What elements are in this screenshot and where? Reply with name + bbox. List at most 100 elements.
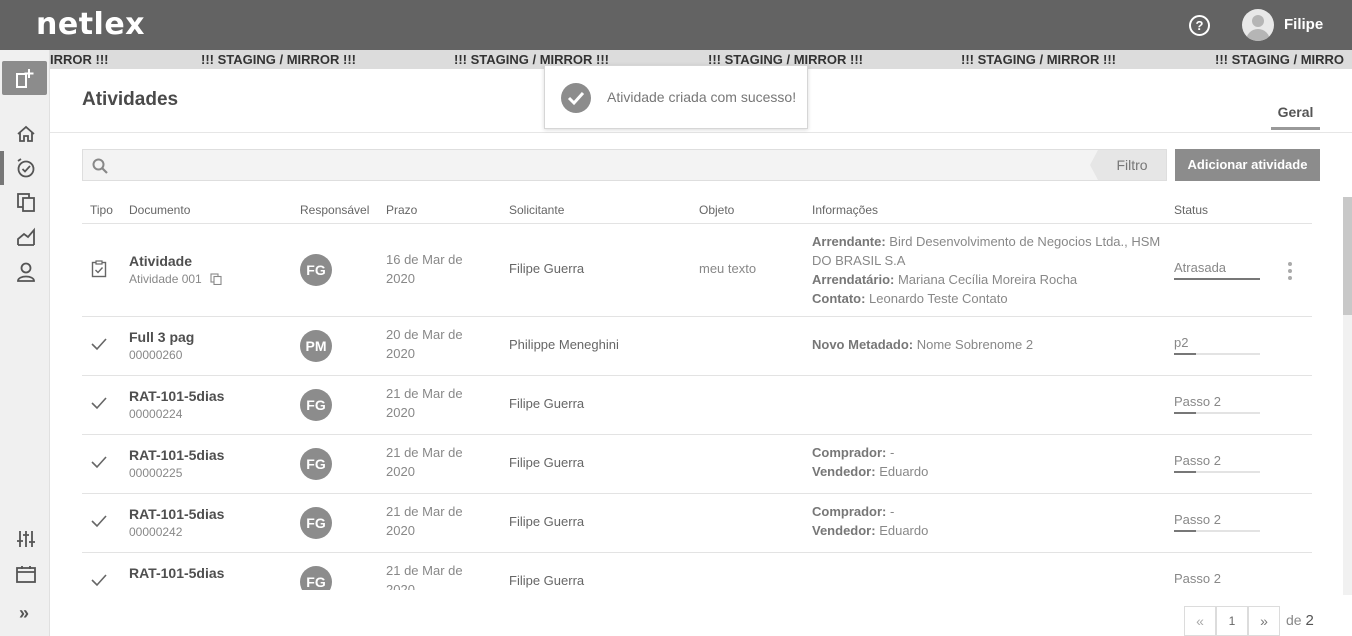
requester: Filipe Guerra (509, 396, 585, 411)
information: Comprador: - Vendedor: Eduardo (812, 504, 929, 538)
check-icon (91, 574, 107, 587)
user-icon[interactable] (15, 261, 37, 283)
table-row[interactable]: RAT-101-5dias 00000224 FG 21 de Mar de 2… (82, 376, 1312, 435)
user-name[interactable]: Filipe (1284, 16, 1323, 33)
due-date: 21 de Mar de 2020 (386, 386, 463, 420)
avatar[interactable]: FG (300, 448, 332, 480)
top-bar: netlex ? Filipe (0, 0, 1352, 50)
table-row[interactable]: Full 3 pag 00000260 PM 20 de Mar de 2020… (82, 317, 1312, 376)
column-header-tipo[interactable]: Tipo (90, 203, 113, 217)
information: Comprador: - Vendedor: Eduardo (812, 445, 929, 479)
due-date: 21 de Mar de 2020 (386, 445, 463, 479)
settings-sliders-icon[interactable] (15, 528, 37, 550)
document-title[interactable]: RAT-101-5dias (129, 447, 224, 463)
user-avatar[interactable] (1242, 9, 1274, 41)
active-indicator (0, 151, 4, 185)
status-label: Passo 2 (1174, 453, 1221, 468)
check-icon (91, 397, 107, 410)
status-label: Passo 2 (1174, 512, 1221, 527)
table-row[interactable]: RAT-101-5dias 00000225 FG 21 de Mar de 2… (82, 435, 1312, 494)
avatar[interactable]: FG (300, 389, 332, 421)
status-progress (1174, 353, 1260, 355)
avatar[interactable]: FG (300, 566, 332, 590)
page-number[interactable]: 1 (1216, 606, 1248, 636)
document-title[interactable]: RAT-101-5dias (129, 565, 224, 581)
status[interactable]: Passo 2 (1174, 571, 1260, 586)
home-icon[interactable] (15, 123, 37, 145)
sidebar: » (0, 50, 50, 636)
check-icon (91, 338, 107, 351)
document-title[interactable]: Full 3 pag (129, 329, 194, 345)
avatar[interactable]: FG (300, 507, 332, 539)
document-title[interactable]: RAT-101-5dias (129, 388, 224, 404)
calendar-icon[interactable] (15, 563, 37, 585)
status[interactable]: p2 (1174, 335, 1260, 355)
requester: Filipe Guerra (509, 261, 585, 276)
table-row[interactable]: Atividade Atividade 001 FG 16 de Mar de … (82, 224, 1312, 317)
due-date: 20 de Mar de 2020 (386, 327, 463, 361)
document-id: 00000224 (129, 407, 183, 421)
page-total: de 2 (1286, 612, 1314, 629)
table-row[interactable]: RAT-101-5dias FG 21 de Mar de 2020 Filip… (82, 553, 1312, 590)
table-row-clip: RAT-101-5dias FG 21 de Mar de 2020 Filip… (82, 553, 1312, 590)
status-progress (1174, 471, 1260, 473)
status-progress (1174, 278, 1260, 280)
column-header-informacoes[interactable]: Informações (812, 203, 878, 217)
document-id: 00000260 (129, 348, 183, 362)
search-input[interactable]: Filtro (82, 149, 1167, 181)
document-title[interactable]: RAT-101-5dias (129, 506, 224, 522)
avatar[interactable]: PM (300, 330, 332, 362)
column-header-objeto[interactable]: Objeto (699, 203, 734, 217)
check-circle-icon (561, 83, 591, 113)
status[interactable]: Atrasada (1174, 260, 1260, 280)
previous-page-button[interactable]: « (1184, 606, 1216, 636)
information: Novo Metadado: Nome Sobrenome 2 (812, 337, 1034, 352)
status[interactable]: Passo 2 (1174, 394, 1260, 414)
due-date: 16 de Mar de 2020 (386, 252, 463, 286)
new-document-button[interactable] (2, 61, 47, 95)
document-id: 00000242 (129, 525, 183, 539)
table-row[interactable]: RAT-101-5dias 00000242 FG 21 de Mar de 2… (82, 494, 1312, 553)
toast-message: Atividade criada com sucesso! (607, 89, 797, 105)
tab-geral[interactable]: Geral (1271, 104, 1320, 130)
column-header-solicitante[interactable]: Solicitante (509, 203, 564, 217)
status[interactable]: Passo 2 (1174, 512, 1260, 532)
staging-text: !!! STAGING / MIRROR !!! (201, 52, 357, 67)
column-header-status[interactable]: Status (1174, 203, 1208, 217)
next-page-button[interactable]: » (1248, 606, 1280, 636)
status-progress (1174, 530, 1260, 532)
check-icon (91, 456, 107, 469)
more-options-icon[interactable] (1288, 262, 1292, 280)
information: Arrendante: Bird Desenvolvimento de Nego… (812, 234, 1161, 306)
chart-icon[interactable] (15, 226, 37, 248)
add-activity-button[interactable]: Adicionar atividade (1175, 149, 1320, 181)
clipboard-check-icon (91, 260, 107, 278)
status-label: Passo 2 (1174, 571, 1221, 586)
due-date: 21 de Mar de 2020 (386, 504, 463, 538)
column-header-responsavel[interactable]: Responsável (300, 203, 369, 217)
column-header-prazo[interactable]: Prazo (386, 203, 417, 217)
requester: Philippe Meneghini (509, 337, 619, 352)
copy-icon[interactable] (210, 273, 222, 286)
avatar[interactable]: FG (300, 254, 332, 286)
scrollbar-thumb[interactable] (1343, 197, 1352, 315)
requester: Filipe Guerra (509, 514, 585, 529)
column-header-documento[interactable]: Documento (129, 203, 190, 217)
status-label: Passo 2 (1174, 394, 1221, 409)
help-icon[interactable]: ? (1189, 15, 1210, 36)
status-progress (1174, 412, 1260, 414)
activities-icon[interactable] (15, 157, 37, 179)
status[interactable]: Passo 2 (1174, 453, 1260, 473)
expand-sidebar-icon[interactable]: » (19, 603, 29, 624)
filter-button[interactable]: Filtro (1090, 150, 1166, 180)
documents-icon[interactable] (15, 191, 37, 213)
document-id: Atividade 001 (129, 272, 202, 286)
document-title[interactable]: Atividade (129, 253, 222, 269)
app-logo[interactable]: netlex (36, 7, 145, 42)
object: meu texto (699, 261, 757, 276)
document-id: 00000225 (129, 466, 183, 480)
staging-text: !!! STAGING / MIRRO (1215, 52, 1345, 67)
divider (50, 132, 1352, 133)
status-label: Atrasada (1174, 260, 1227, 275)
due-date: 21 de Mar de 2020 (386, 563, 463, 590)
